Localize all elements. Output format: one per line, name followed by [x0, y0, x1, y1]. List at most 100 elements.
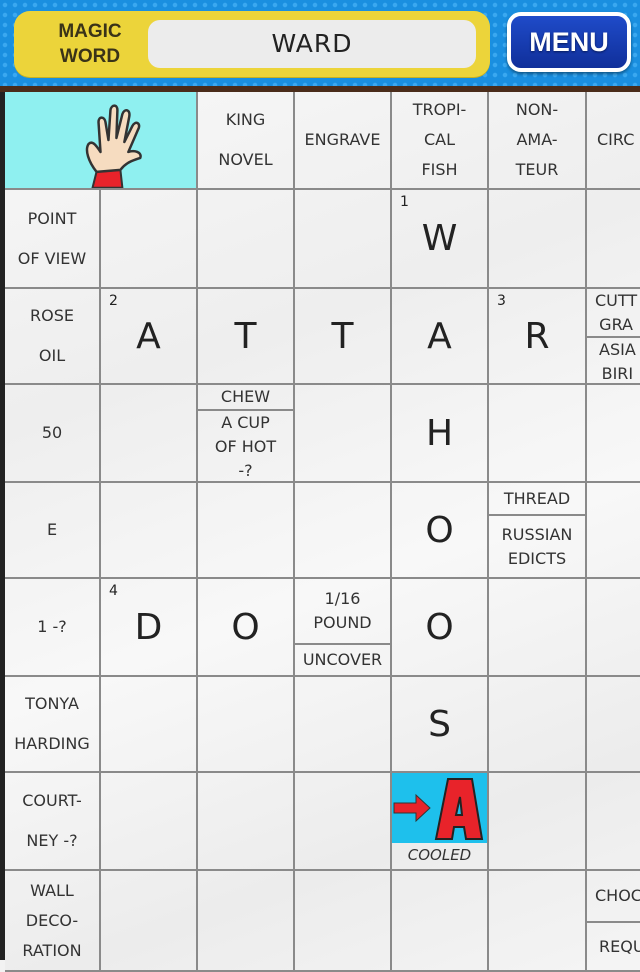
magic-word-field[interactable]: WARD — [148, 20, 476, 68]
answer-cell[interactable] — [101, 871, 198, 972]
split-clue-cell[interactable]: CHEW A CUP OF HOT -? — [198, 385, 295, 483]
column-clue-text: CIRC — [597, 130, 635, 149]
inner-clue-bottom: ASIA BIRI — [599, 340, 636, 383]
answer-cell[interactable] — [489, 871, 587, 972]
answer-cell[interactable] — [587, 385, 640, 483]
answer-cell[interactable] — [198, 677, 295, 773]
answer-cell[interactable] — [587, 773, 640, 871]
menu-button[interactable]: MENU — [507, 12, 631, 72]
inner-clue-top: THREAD — [489, 483, 585, 516]
arrow-clue-cell[interactable]: COOLED — [392, 773, 489, 871]
row-clue-cell[interactable]: WALL DECO- RATION — [5, 871, 101, 972]
answer-cell[interactable] — [101, 385, 198, 483]
split-clue-cell[interactable]: CUTT GRA ASIA BIRI — [587, 289, 640, 385]
split-clue-cell[interactable]: 1/16 POUND UNCOVER — [295, 579, 392, 677]
inner-clue-bottom: UNCOVER — [302, 650, 383, 669]
column-clue-cell[interactable]: CIRC — [587, 92, 640, 190]
answer-cell[interactable]: 3R — [489, 289, 587, 385]
answer-cell[interactable] — [587, 483, 640, 579]
column-clue-text: TROPI- CAL FISH — [412, 100, 467, 179]
answer-cell[interactable] — [198, 773, 295, 871]
answer-letter: O — [425, 606, 454, 648]
answer-cell[interactable] — [587, 677, 640, 773]
answer-cell[interactable] — [587, 579, 640, 677]
magic-word-panel: MAGIC WORD WARD — [14, 11, 490, 77]
answer-cell[interactable] — [295, 677, 392, 773]
row-clue-text: WALL DECO- RATION — [22, 880, 82, 960]
clue-number: 4 — [109, 583, 118, 599]
magic-word-label: MAGIC WORD — [58, 21, 122, 67]
answer-cell[interactable] — [198, 483, 295, 579]
row-clue-cell[interactable]: TONYA HARDING — [5, 677, 101, 773]
answer-cell[interactable]: O — [392, 579, 489, 677]
column-clue-text: KING NOVEL — [218, 110, 273, 169]
answer-cell[interactable] — [392, 871, 489, 972]
answer-cell[interactable] — [489, 385, 587, 483]
answer-cell[interactable] — [295, 773, 392, 871]
split-clue-cell[interactable]: CHOC REQU — [587, 871, 640, 972]
row-clue-cell[interactable]: E — [5, 483, 101, 579]
answer-cell[interactable] — [489, 773, 587, 871]
column-clue-cell[interactable]: KING NOVEL — [198, 92, 295, 190]
answer-cell[interactable] — [295, 483, 392, 579]
row-clue-text: ROSE OIL — [30, 306, 74, 365]
answer-letter: H — [425, 412, 454, 454]
row-clue-cell[interactable]: COURT- NEY -? — [5, 773, 101, 871]
arrow-clue-caption: COOLED — [407, 846, 472, 864]
row-clue-text: TONYA HARDING — [14, 694, 90, 753]
answer-cell[interactable]: O — [198, 579, 295, 677]
arrow-right-letter-a-icon — [392, 773, 487, 843]
answer-cell[interactable]: H — [392, 385, 489, 483]
column-clue-text: NON- AMA- TEUR — [515, 100, 559, 179]
row-clue-cell[interactable]: 50 — [5, 385, 101, 483]
column-clue-cell[interactable]: TROPI- CAL FISH — [392, 92, 489, 190]
answer-cell[interactable] — [101, 190, 198, 289]
inner-clue-top: CHEW — [198, 385, 293, 411]
magic-word-value: WARD — [271, 29, 353, 58]
answer-cell[interactable] — [198, 871, 295, 972]
row-clue-cell[interactable]: ROSE OIL — [5, 289, 101, 385]
inner-clue-top: 1/16 POUND — [295, 579, 390, 645]
answer-letter: O — [231, 606, 260, 648]
row-clue-cell[interactable]: 1 -? — [5, 579, 101, 677]
inner-clue-top: CHOC — [587, 871, 640, 923]
waving-hand-icon — [85, 104, 142, 188]
clue-number: 1 — [400, 194, 409, 210]
answer-letter: D — [134, 606, 163, 648]
answer-cell[interactable]: O — [392, 483, 489, 579]
answer-cell[interactable]: S — [392, 677, 489, 773]
answer-cell[interactable]: A — [392, 289, 489, 385]
answer-letter: S — [428, 703, 451, 745]
answer-cell[interactable] — [295, 385, 392, 483]
split-clue-cell[interactable]: THREAD RUSSIAN EDICTS — [489, 483, 587, 579]
answer-cell[interactable] — [295, 190, 392, 289]
answer-cell[interactable]: T — [295, 289, 392, 385]
column-clue-cell[interactable]: ENGRAVE — [295, 92, 392, 190]
column-clue-text: ENGRAVE — [304, 130, 381, 149]
hint-hand-cell[interactable] — [5, 92, 198, 190]
answer-cell[interactable] — [489, 579, 587, 677]
answer-letter: O — [425, 509, 454, 551]
answer-cell[interactable] — [489, 190, 587, 289]
answer-cell[interactable] — [198, 190, 295, 289]
row-clue-text: 50 — [41, 423, 63, 442]
answer-letter: A — [136, 315, 161, 357]
answer-cell[interactable] — [101, 483, 198, 579]
answer-cell[interactable]: 4D — [101, 579, 198, 677]
answer-cell[interactable]: 1W — [392, 190, 489, 289]
answer-letter: T — [234, 315, 257, 357]
answer-letter: A — [427, 315, 452, 357]
row-clue-cell[interactable]: POINT OF VIEW — [5, 190, 101, 289]
answer-cell[interactable]: 2A — [101, 289, 198, 385]
answer-cell[interactable] — [489, 677, 587, 773]
column-clue-cell[interactable]: NON- AMA- TEUR — [489, 92, 587, 190]
row-clue-text: POINT OF VIEW — [17, 208, 87, 268]
answer-cell[interactable] — [295, 871, 392, 972]
clue-number: 3 — [497, 293, 506, 309]
answer-cell[interactable] — [587, 190, 640, 289]
row-clue-text: E — [46, 520, 58, 539]
answer-cell[interactable] — [101, 677, 198, 773]
answer-letter: R — [524, 315, 550, 357]
answer-cell[interactable]: T — [198, 289, 295, 385]
answer-cell[interactable] — [101, 773, 198, 871]
